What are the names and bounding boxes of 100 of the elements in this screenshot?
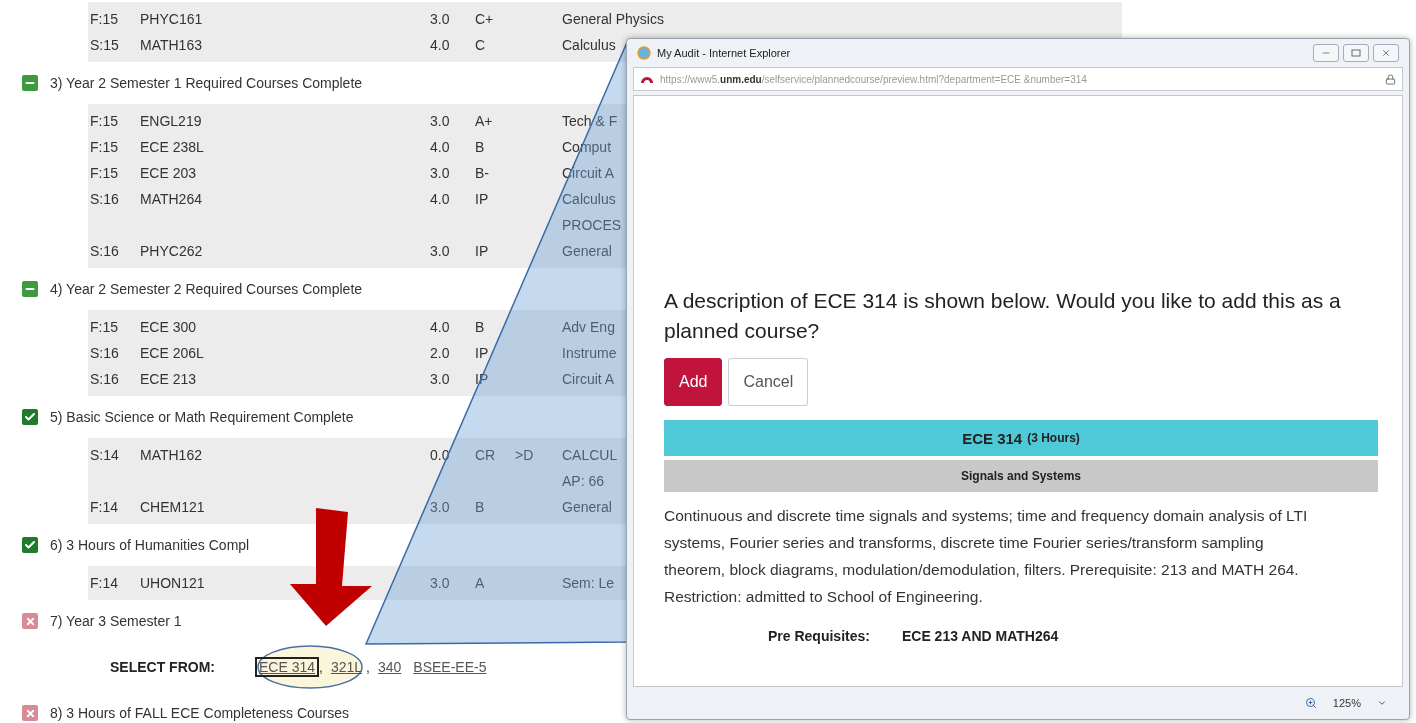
term-cell-text: S:16: [90, 370, 120, 389]
credits-cell-text: 4.0: [430, 318, 451, 337]
description-cell-text: Calculus: [562, 190, 616, 209]
term-cell-text: F:14: [90, 574, 119, 593]
section-title[interactable]: 3) Year 2 Semester 1 Required Courses Complete: [50, 75, 363, 91]
grade-cell-text: CR: [475, 446, 497, 465]
term-cell-text: S:16: [90, 190, 120, 209]
section-title[interactable]: 7) Year 3 Semester 1: [50, 613, 182, 629]
select-from-label: SELECT FROM:: [110, 659, 215, 675]
course-cell-text: ECE 300: [140, 318, 198, 337]
section-title[interactable]: 6) 3 Hours of Humanities Compl: [50, 537, 250, 553]
term-cell-text: F:15: [90, 138, 119, 157]
term-cell-text: F:15: [90, 164, 119, 183]
course-title: Signals and Systems: [664, 460, 1378, 492]
course-link[interactable]: BSEE-EE-5: [409, 657, 491, 677]
description-cell-text: Adv Eng: [562, 318, 615, 337]
course-cell-text: MATH163: [140, 36, 203, 55]
grade-cell-text: A+: [475, 112, 494, 131]
browser-logo-icon: [637, 46, 651, 60]
credits-cell-text: 2.0: [430, 344, 451, 363]
course-cell-text: ENGL219: [140, 112, 203, 131]
caret-icon[interactable]: [1377, 698, 1387, 708]
course-cell-text: ECE 206L: [140, 344, 205, 363]
course-link[interactable]: 340: [374, 657, 406, 677]
status-icon: [22, 75, 38, 91]
grade-cell-text: IP: [475, 190, 490, 209]
grade-cell-text: B-: [475, 164, 490, 183]
course-cell-text: MATH162: [140, 446, 203, 465]
grade-cell-text: IP: [475, 242, 490, 261]
section-title[interactable]: 5) Basic Science or Math Requirement Complete: [50, 409, 354, 425]
course-cell-text: CHEM121: [140, 498, 206, 517]
term-cell-text: F:15: [90, 112, 119, 131]
credits-cell-text: 3.0: [430, 574, 451, 593]
description-cell-text: Sem: Le: [562, 574, 615, 593]
maximize-icon: [1351, 49, 1361, 57]
maximize-button[interactable]: [1343, 44, 1369, 62]
credits-cell-text: 3.0: [430, 498, 451, 517]
term-cell-text: F:15: [90, 318, 119, 337]
grade-cell-text: C+: [475, 10, 495, 29]
prereq-value: ECE 213 AND MATH264: [901, 628, 1059, 644]
term-cell-text: S:15: [90, 36, 120, 55]
course-cell-text: ECE 203: [140, 164, 198, 183]
prereq-label: Pre Requisites:: [768, 628, 870, 644]
credits-cell-text: 3.0: [430, 112, 451, 131]
window-title: My Audit - Internet Explorer: [657, 47, 791, 59]
credits-cell-text: 4.0: [430, 36, 451, 55]
description-cell-text: Calculus: [562, 36, 616, 55]
zoom-icon[interactable]: [1304, 697, 1317, 709]
status-icon: [22, 613, 38, 629]
description-cell-text: General: [562, 498, 612, 517]
credits-cell-text: 4.0: [430, 190, 451, 209]
description-cell-text: Tech & F: [562, 112, 618, 131]
term-cell-text: S:16: [90, 344, 120, 363]
separator-text: ,: [319, 659, 323, 675]
close-icon: [1381, 48, 1391, 58]
credits-cell-text: 4.0: [430, 138, 451, 157]
course-link[interactable]: ECE 314: [255, 657, 320, 677]
description-cell-text: Circuit A: [562, 370, 615, 389]
course-code: ECE 314: [962, 429, 1023, 447]
status-icon: [22, 537, 38, 553]
description-cell-text: General: [562, 242, 612, 261]
description-cell-text: Instrume: [562, 344, 617, 363]
description-cell-text: General Physics: [562, 10, 664, 29]
cancel-button[interactable]: Cancel: [728, 358, 809, 406]
course-cell-text: UHON121: [140, 574, 206, 593]
status-icon: [22, 409, 38, 425]
zoom-level[interactable]: 125%: [1332, 697, 1361, 709]
address-bar[interactable]: https://www5.unm.edu/selfservice/plannedcourse/preview.html?department=ECE &number=314: [633, 67, 1403, 91]
minimize-button[interactable]: [1313, 44, 1339, 62]
term-cell-text: S:16: [90, 242, 120, 261]
section-title[interactable]: 4) Year 2 Semester 2 Required Courses Complete: [50, 281, 363, 297]
grade-cell-text: C: [475, 36, 487, 55]
description-cell-text: PROCES: [562, 216, 622, 235]
grade-cell-text: B: [475, 138, 486, 157]
credits-cell-text: 3.0: [430, 164, 451, 183]
close-button[interactable]: [1373, 44, 1399, 62]
description-cell-text: CALCUL: [562, 446, 618, 465]
section-title[interactable]: 8) 3 Hours of FALL ECE Completeness Courses: [50, 705, 350, 721]
add-button[interactable]: Add: [664, 358, 723, 406]
term-cell-text: S:14: [90, 446, 120, 465]
status-icon: [22, 705, 38, 721]
course-hours: (3 Hours): [1027, 431, 1080, 445]
grade-cell-text: IP: [475, 344, 490, 363]
credits-cell-text: 3.0: [430, 370, 451, 389]
question-text: A description of ECE 314 is shown below. Would you like to add this as a planned course?: [664, 288, 1342, 344]
term-cell-text: F:14: [90, 498, 119, 517]
course-description: Continuous and discrete time signals and systems; time and frequency domain analysis of LTI systems, Fourier series and transforms, discrete time Fourier series/transform sampling theorem, block diagrams, modulation/demodulation, filters. Prerequisite: 213 and MATH 264. Restriction: admitted to School of Engineering.: [664, 506, 1309, 607]
note-cell: >D: [515, 447, 534, 463]
course-cell-text: ECE 213: [140, 370, 198, 389]
term-cell-text: F:15: [90, 10, 119, 29]
separator-text: ,: [366, 659, 370, 675]
lock-icon: [1385, 73, 1396, 85]
credits-cell-text: 3.0: [430, 10, 451, 29]
course-cell-text: PHYC161: [140, 10, 204, 29]
course-cell-text: PHYC262: [140, 242, 204, 261]
course-cell-text: MATH264: [140, 190, 203, 209]
grade-cell-text: B: [475, 318, 486, 337]
status-icon: [22, 281, 38, 297]
grade-cell-text: B: [475, 498, 486, 517]
grade-cell-text: A: [475, 574, 486, 593]
